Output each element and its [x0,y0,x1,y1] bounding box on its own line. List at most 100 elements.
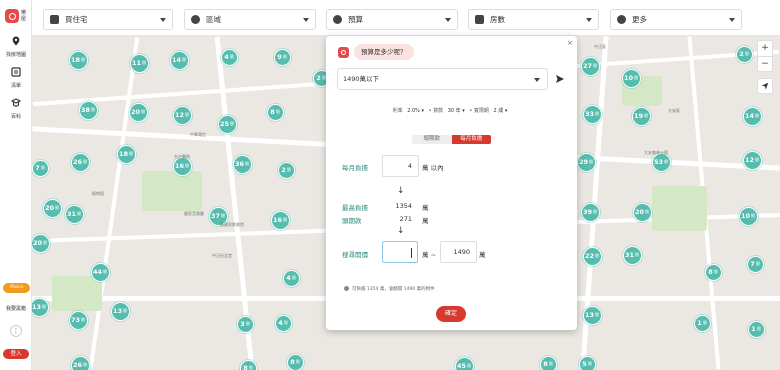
map-cluster-pin[interactable]: 38 間 [78,100,98,120]
map-place-label: 植物園 [92,191,104,196]
down-payment-unit: 萬 [422,217,429,225]
map-cluster-pin[interactable]: 13 間 [582,305,602,325]
filter-rooms[interactable]: 房數 [468,9,599,30]
range-separator: 萬 ~ [422,251,437,259]
map-cluster-pin[interactable]: 31 間 [64,204,84,224]
map-cluster-pin[interactable]: 14 間 [169,50,189,70]
map-cluster-pin[interactable]: 36 間 [232,154,252,174]
map-cluster-pin[interactable]: 11 間 [129,53,149,73]
map-cluster-pin[interactable]: 8間 [286,353,304,370]
map-cluster-pin[interactable]: 1間 [747,320,765,338]
map-cluster-pin[interactable]: 26 間 [70,355,90,370]
info-icon [344,286,349,291]
rate-select[interactable]: 2.0% ▾ [407,108,424,114]
map-cluster-pin[interactable]: 29 間 [576,152,596,172]
map-cluster-pin[interactable]: 27 間 [580,56,600,76]
arrow-down-icon: ↓ [397,226,405,236]
map-cluster-pin[interactable]: 12 間 [742,150,762,170]
arrow-down-icon: ↓ [397,186,405,196]
sidebar-item-list[interactable]: 清單 [0,67,32,89]
map-cluster-pin[interactable]: 18 間 [68,50,88,70]
map-cluster-pin[interactable]: 12 間 [172,105,192,125]
filter-budget[interactable]: 預算 [326,9,458,30]
years-label: • 貸款 [428,108,444,114]
map-cluster-pin[interactable]: 4間 [282,269,300,287]
map-cluster-pin[interactable]: 8間 [239,359,257,370]
map-cluster-pin[interactable]: 10 間 [621,68,641,88]
report-link[interactable]: 我要黑箱 [0,305,32,312]
zoom-in-button[interactable]: + [758,41,772,56]
map-cluster-pin[interactable]: 8間 [266,103,284,121]
login-button[interactable]: 登入 [3,349,29,359]
send-icon[interactable] [555,74,565,84]
more-button[interactable]: ⋮ [10,325,22,337]
tab-down-payment[interactable]: 頭期款 [412,135,452,144]
locate-button[interactable] [757,78,773,94]
tab-monthly[interactable]: 每月負擔 [451,135,491,144]
map-cluster-pin[interactable]: 8間 [539,355,557,370]
map-place-label: 國家音樂廳 [184,211,204,216]
down-payment-label: 頭期款 [342,217,362,225]
rate-label: 利率 [392,108,403,114]
map-cluster-pin[interactable]: 22 間 [582,246,602,266]
filter-label: 更多 [632,15,647,24]
filter-label: 買住宅 [65,15,88,24]
monthly-label: 每月負擔 [342,164,368,172]
filter-more[interactable]: 更多 [610,9,742,30]
map-cluster-pin[interactable]: 3間 [236,315,254,333]
map-cluster-pin[interactable]: 10 間 [738,206,758,226]
map-place-label: 中華電信 [190,132,206,137]
map-cluster-pin[interactable]: 44 間 [90,262,110,282]
map-cluster-pin[interactable]: 20 間 [632,202,652,222]
max-value: 1354 [395,202,412,210]
map-cluster-pin[interactable]: 18 間 [116,144,136,164]
assistant-avatar-icon [338,47,349,58]
years-select[interactable]: 30 年 ▾ [448,108,465,114]
sidebar-item-map[interactable]: 找房地圖 [0,36,32,58]
book-icon [11,98,21,108]
monthly-unit: 萬 以內 [422,164,444,172]
map-cluster-pin[interactable]: 7間 [32,159,49,177]
map-cluster-pin[interactable]: 31 間 [622,245,642,265]
map-cluster-pin[interactable]: 9間 [273,48,291,66]
map-cluster-pin[interactable]: 13 間 [110,301,130,321]
map-cluster-pin[interactable]: 2間 [277,161,295,179]
map-cluster-pin[interactable]: 19 間 [631,106,651,126]
filter-type[interactable]: 買住宅 [43,9,173,30]
sidebar-item-label: 找房地圖 [5,52,26,58]
chevron-down-icon [534,78,540,82]
map-cluster-pin[interactable]: 5間 [578,355,596,370]
dollar-icon [333,15,342,24]
filter-region[interactable]: 區域 [184,9,316,30]
map-cluster-pin[interactable]: 8間 [704,263,722,281]
map-cluster-pin[interactable]: 20 間 [128,102,148,122]
map-cluster-pin[interactable]: 7間 [746,255,764,273]
map-cluster-pin[interactable]: 2間 [735,45,753,63]
map-cluster-pin[interactable]: 13 間 [32,297,49,317]
map-cluster-pin[interactable]: 33 間 [582,104,602,124]
map-cluster-pin[interactable]: 73 間 [68,310,88,330]
range-max-input[interactable]: 1490 [440,241,477,263]
budget-select[interactable]: 1490萬以下 [337,68,548,90]
map-cluster-pin[interactable]: 26 間 [70,152,90,172]
map-cluster-pin[interactable]: 4間 [274,314,292,332]
ipass-button[interactable]: iPasso [3,283,30,293]
map-cluster-pin[interactable]: 1間 [693,314,711,332]
chevron-down-icon [160,17,166,22]
map-cluster-pin[interactable]: 45 間 [454,356,474,370]
sidebar-item-encyclopedia[interactable]: 百科 [0,98,32,120]
monthly-input[interactable]: 4 [382,155,419,177]
map-cluster-pin[interactable]: 4間 [220,48,238,66]
map-cluster-pin[interactable]: 14 間 [742,106,762,126]
grace-select[interactable]: 2 成 ▾ [494,108,508,114]
range-min-input[interactable] [382,241,418,263]
logo-icon[interactable] [5,9,19,23]
zoom-out-button[interactable]: − [758,56,772,71]
map-cluster-pin[interactable]: 39 間 [580,202,600,222]
confirm-button[interactable]: 確定 [436,306,466,322]
map-cluster-pin[interactable]: 16 間 [270,210,290,230]
map-cluster-pin[interactable]: 20 間 [42,198,62,218]
map-cluster-pin[interactable]: 20 間 [32,233,50,253]
close-icon[interactable]: × [567,39,573,47]
map-cluster-pin[interactable]: 25 間 [217,114,237,134]
